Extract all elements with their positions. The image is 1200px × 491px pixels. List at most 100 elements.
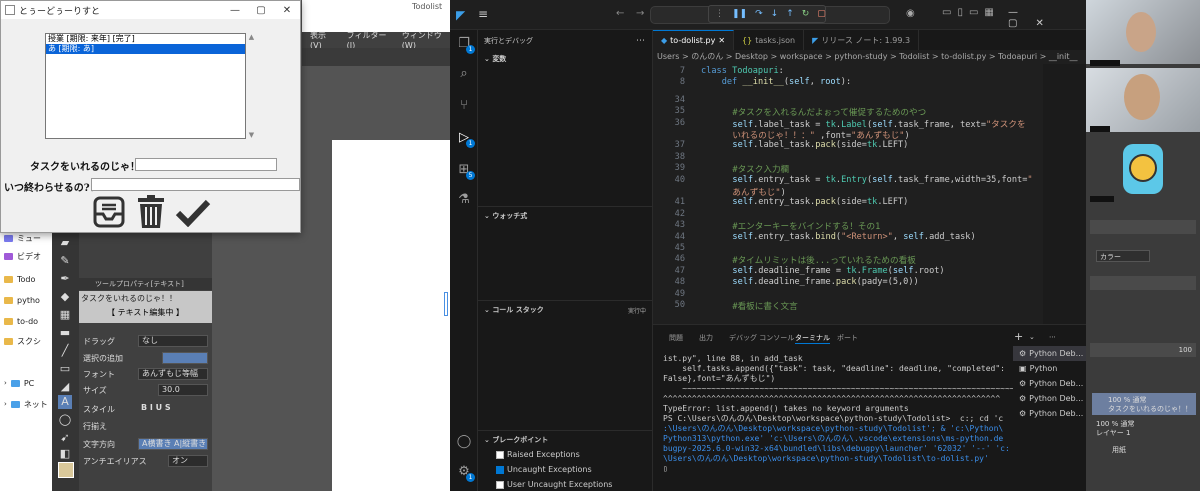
- layout-icons[interactable]: ▭▯▭▦: [942, 7, 1000, 18]
- opacity-value[interactable]: 100: [1179, 346, 1192, 354]
- text-cursor-handle[interactable]: [444, 292, 448, 316]
- panel-tab-ports[interactable]: ポート: [837, 333, 858, 343]
- brush-tool-icon[interactable]: ▰: [58, 236, 72, 250]
- layer-paper[interactable]: 用紙: [1092, 443, 1196, 457]
- check-icon[interactable]: [175, 199, 211, 228]
- terminal-item[interactable]: ⚙ Python Deb...: [1013, 406, 1086, 421]
- scroll-down-icon[interactable]: ▼: [246, 131, 257, 139]
- explorer-item[interactable]: スクシ: [4, 333, 41, 349]
- explorer-item[interactable]: › PC: [4, 375, 34, 391]
- task-list-item[interactable]: 授業 [期限: 来年] [完了]: [46, 34, 245, 44]
- breakpoints-section[interactable]: ⌄ ブレークポイント: [484, 435, 548, 445]
- drag-handle-icon[interactable]: ⋮: [715, 9, 724, 19]
- step-out-icon[interactable]: ↑: [786, 9, 794, 19]
- code-line[interactable]: #エンターキーをバインドする！その1: [691, 220, 880, 232]
- panel-tab-output[interactable]: 出力: [699, 333, 713, 343]
- tab-tasks-json[interactable]: {} tasks.json: [734, 30, 805, 50]
- line-tool-icon[interactable]: ╱: [58, 344, 72, 358]
- scroll-up-icon[interactable]: ▲: [246, 33, 257, 41]
- panel-tab-problems[interactable]: 問題: [669, 333, 683, 343]
- gradient-tool-icon[interactable]: ◢: [58, 380, 72, 394]
- inbox-icon[interactable]: [91, 194, 127, 230]
- code-line[interactable]: self.label_task = tk.Label(self.task_fra…: [691, 118, 1025, 130]
- code-line[interactable]: #タイムリミットは後...っていれるための看板: [691, 254, 915, 266]
- style-buttons[interactable]: B I U S: [138, 403, 208, 415]
- eyedropper-icon[interactable]: ✎: [58, 254, 72, 268]
- panel-tab-debug-console[interactable]: デバッグ コンソール: [729, 333, 794, 343]
- explorer-item[interactable]: › ネット: [4, 396, 48, 412]
- code-line[interactable]: def __init__(self, root):: [701, 77, 851, 87]
- prop-value[interactable]: なし: [138, 335, 208, 347]
- task-listbox[interactable]: 授業 [期限: 来年] [完了] あ [期限: あ]: [45, 33, 246, 139]
- run-debug-icon[interactable]: ▷ 1: [456, 130, 475, 148]
- explorer-item[interactable]: Todo: [4, 271, 35, 287]
- code-line[interactable]: #看板に書く文言: [691, 300, 797, 312]
- minimize-icon[interactable]: —: [222, 5, 248, 16]
- code-line[interactable]: self.label_task.pack(side=tk.LEFT): [691, 140, 908, 150]
- text-tool-icon[interactable]: A: [58, 395, 72, 409]
- breakpoint-user-uncaught[interactable]: User Uncaught Exceptions: [496, 480, 612, 489]
- tab-to-dolist[interactable]: ◆ to-dolist.py ✕: [653, 30, 735, 50]
- forward-icon[interactable]: →: [636, 8, 644, 19]
- checkbox[interactable]: [496, 480, 504, 489]
- listbox-scrollbar[interactable]: ▲ ▼: [246, 33, 257, 139]
- code-line[interactable]: #タスクを入れるんだよぉって催促するためのやつ: [691, 106, 926, 118]
- minimap[interactable]: [1043, 64, 1086, 324]
- fill-tool-icon[interactable]: ◆: [58, 290, 72, 304]
- explorer-item[interactable]: ビデオ: [4, 248, 41, 264]
- source-control-icon[interactable]: ⑂: [456, 98, 472, 114]
- prop-value[interactable]: [162, 352, 208, 364]
- more-actions-icon[interactable]: ⋯: [1049, 333, 1056, 341]
- explorer-icon[interactable]: ❐ 1: [456, 36, 475, 54]
- panel-tab-terminal[interactable]: ターミナル: [795, 333, 830, 344]
- balloon-tool-icon[interactable]: ◯: [58, 413, 72, 427]
- code-line[interactable]: self.entry_task.bind("<Return>", self.ad…: [691, 232, 975, 242]
- code-line[interactable]: self.entry_task = tk.Entry(self.task_fra…: [691, 175, 1032, 185]
- close-icon[interactable]: ✕: [274, 5, 300, 16]
- color-dropdown[interactable]: カラー: [1096, 250, 1150, 262]
- step-into-icon[interactable]: ↓: [771, 9, 779, 19]
- eraser-2-icon[interactable]: ◧: [58, 447, 72, 461]
- explorer-item[interactable]: to-do: [4, 313, 38, 329]
- menu-window[interactable]: ウィンドウ(W): [402, 30, 450, 50]
- terminal-item[interactable]: ⚙ Python Deb...: [1013, 391, 1086, 406]
- copilot-icon[interactable]: ◉: [906, 8, 915, 19]
- font-select[interactable]: あんずもじ等幅: [138, 368, 208, 380]
- menu-filter[interactable]: フィルター(I): [347, 30, 390, 50]
- code-line[interactable]: いれるのじゃ！！：" ,font="あんずもじ"): [691, 129, 909, 141]
- search-icon[interactable]: ⌕: [456, 66, 472, 82]
- breakpoint-uncaught[interactable]: Uncaught Exceptions: [496, 465, 592, 474]
- code-line[interactable]: class Todoapuri:: [701, 66, 784, 76]
- code-line[interactable]: self.deadline_frame = tk.Frame(self.root…: [691, 266, 944, 276]
- eraser-icon[interactable]: ▬: [58, 326, 72, 340]
- canvas-paper[interactable]: [332, 140, 450, 491]
- align-buttons[interactable]: [138, 420, 208, 432]
- menu-view[interactable]: 表示(V): [310, 30, 335, 50]
- back-icon[interactable]: ←: [616, 8, 624, 19]
- close-icon[interactable]: ✕: [718, 36, 725, 45]
- terminal-item[interactable]: ▣ Python: [1013, 361, 1086, 376]
- frame-tool-icon[interactable]: ▭: [58, 362, 72, 376]
- antialias-select[interactable]: オン: [168, 455, 208, 467]
- callstack-section[interactable]: ⌄ コール スタック: [484, 305, 544, 315]
- account-icon[interactable]: ◯: [456, 434, 472, 450]
- code-line[interactable]: #タスク入力欄: [691, 163, 789, 175]
- code-line[interactable]: self.entry_task.pack(side=tk.LEFT): [691, 197, 908, 207]
- window-controls[interactable]: —▢✕: [1008, 7, 1086, 29]
- breadcrumb[interactable]: Users > のんのん > Desktop > workspace > pyt…: [653, 50, 1086, 64]
- code-line[interactable]: あんずもじ"): [691, 186, 785, 198]
- code-line[interactable]: self.deadline_frame.pack(pady=(5,0)): [691, 277, 918, 287]
- pen-tool-icon[interactable]: ✒: [58, 272, 72, 286]
- code-editor[interactable]: 7 class Todoapuri: 8 def __init__(self, ro…: [653, 64, 1086, 324]
- testing-icon[interactable]: ⚗: [456, 192, 472, 208]
- maximize-icon[interactable]: ▢: [248, 5, 274, 16]
- restart-icon[interactable]: ↻: [802, 9, 810, 19]
- menu-icon[interactable]: ≡: [478, 7, 488, 21]
- terminal-item[interactable]: ⚙ Python Deb...: [1013, 346, 1086, 361]
- size-input[interactable]: 30.0: [158, 384, 208, 396]
- checkbox[interactable]: [496, 450, 504, 459]
- step-over-icon[interactable]: ↷: [755, 9, 763, 19]
- explorer-item[interactable]: pytho: [4, 292, 40, 308]
- direction-toggle[interactable]: A横書き A|縦書き: [138, 438, 208, 450]
- terminal-dropdown-icon[interactable]: ⌄: [1029, 333, 1035, 341]
